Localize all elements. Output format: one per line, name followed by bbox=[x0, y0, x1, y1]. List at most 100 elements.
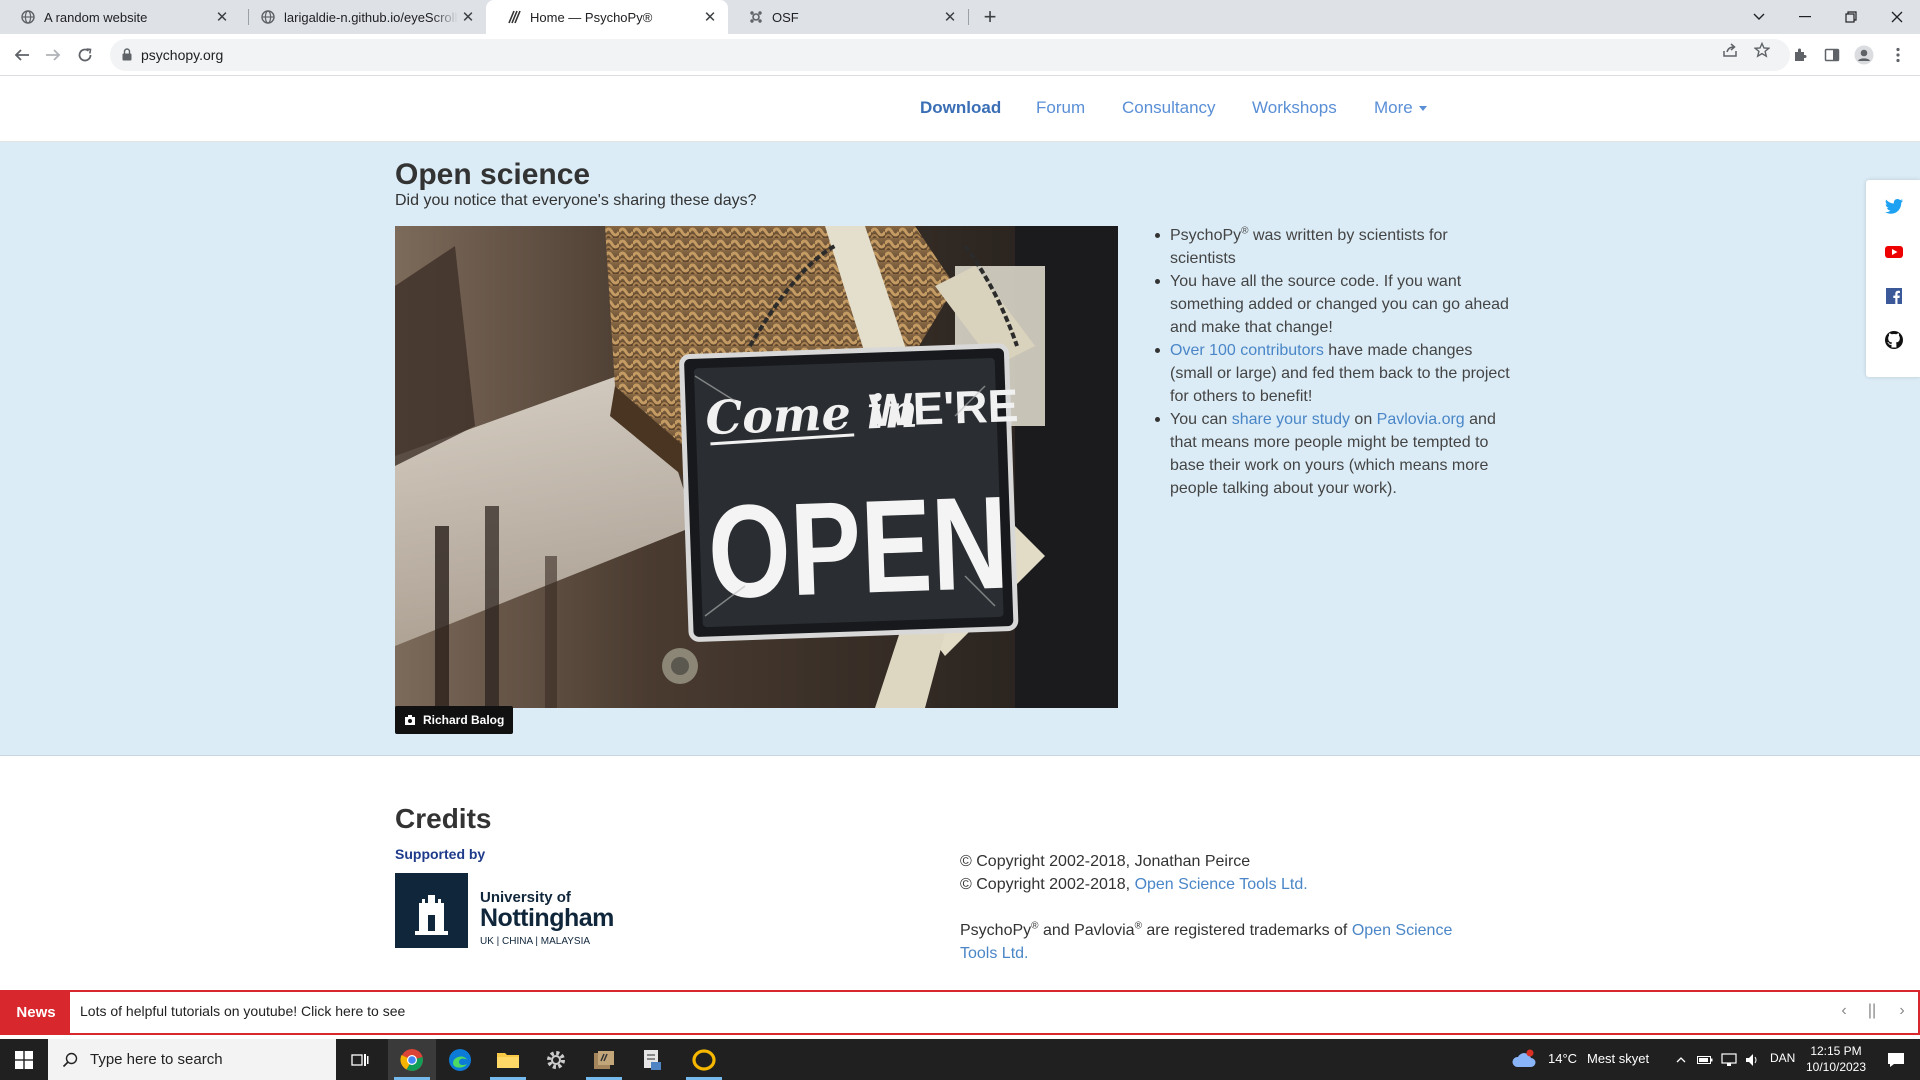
news-next-icon[interactable]: › bbox=[1892, 1002, 1912, 1022]
minimize-button[interactable] bbox=[1782, 0, 1828, 34]
weather-icon[interactable] bbox=[1504, 1039, 1544, 1080]
tab-search-icon[interactable] bbox=[1736, 0, 1782, 34]
lock-icon[interactable] bbox=[122, 48, 132, 66]
profile-avatar-icon[interactable] bbox=[1850, 41, 1878, 69]
credits-heading: Credits bbox=[395, 803, 492, 834]
new-tab-button[interactable]: + bbox=[976, 4, 1004, 30]
contributors-link[interactable]: Over 100 contributors bbox=[1170, 342, 1324, 359]
github-icon[interactable] bbox=[1884, 330, 1904, 350]
site-navbar: Download Forum Consultancy Workshops Mor… bbox=[0, 76, 1920, 142]
task-view-icon[interactable] bbox=[336, 1039, 384, 1080]
notification-center-icon[interactable] bbox=[1876, 1039, 1916, 1080]
extensions-icon[interactable] bbox=[1786, 41, 1814, 69]
page-viewport: Download Forum Consultancy Workshops Mor… bbox=[0, 76, 1920, 990]
photo-credit-badge[interactable]: Richard Balog bbox=[395, 706, 514, 734]
copyright-text: © Copyright 2002-2018, bbox=[960, 876, 1135, 893]
sign-line2: WE'RE bbox=[868, 379, 1019, 436]
browser-toolbar: psychopy.org bbox=[0, 34, 1920, 76]
pavlovia-link[interactable]: Pavlovia.org bbox=[1377, 411, 1465, 428]
news-ticker: News Lots of helpful tutorials on youtub… bbox=[0, 990, 1920, 1035]
weather-temp[interactable]: 14°C bbox=[1548, 1051, 1577, 1066]
network-icon[interactable] bbox=[1718, 1039, 1740, 1080]
news-prev-icon[interactable]: ‹ bbox=[1834, 1002, 1854, 1022]
taskbar-search-box[interactable]: Type here to search bbox=[48, 1039, 336, 1080]
clock-time: 12:15 PM bbox=[1810, 1044, 1862, 1058]
weather-desc[interactable]: Mest skyet bbox=[1587, 1051, 1649, 1066]
nav-consultancy[interactable]: Consultancy bbox=[1122, 98, 1216, 118]
tab-strip: A random website ✕ larigaldie-n.github.i… bbox=[0, 0, 1920, 34]
close-tab-icon[interactable]: ✕ bbox=[212, 8, 232, 26]
nav-workshops[interactable]: Workshops bbox=[1252, 98, 1337, 118]
psychopy-taskbar-icon[interactable] bbox=[580, 1039, 628, 1080]
tab-a-random-website[interactable]: A random website ✕ bbox=[0, 0, 240, 34]
side-panel-icon[interactable] bbox=[1818, 41, 1846, 69]
bullet-text: You have all the source code. If you wan… bbox=[1170, 273, 1509, 336]
nav-forum[interactable]: Forum bbox=[1036, 98, 1085, 118]
copyright-line: © Copyright 2002-2018, Open Science Tool… bbox=[960, 873, 1480, 896]
windows-logo-icon bbox=[15, 1050, 33, 1069]
edge-taskbar-icon[interactable] bbox=[436, 1039, 484, 1080]
windows-start-button[interactable] bbox=[0, 1039, 48, 1080]
search-icon bbox=[62, 1052, 78, 1067]
globe-icon bbox=[20, 9, 36, 25]
tray-chevron-up-icon[interactable] bbox=[1670, 1039, 1692, 1080]
youtube-icon[interactable] bbox=[1884, 242, 1904, 262]
osf-icon bbox=[748, 9, 764, 25]
clock-date: 10/10/2023 bbox=[1805, 1060, 1867, 1074]
tab-title: A random website bbox=[44, 9, 148, 25]
open-science-bullets: PsychoPy® was written by scientists for … bbox=[1155, 224, 1510, 500]
volume-icon[interactable] bbox=[1742, 1039, 1764, 1080]
file-explorer-taskbar-icon[interactable] bbox=[484, 1039, 532, 1080]
reload-button[interactable] bbox=[71, 41, 99, 69]
chrome-taskbar-icon[interactable] bbox=[388, 1039, 436, 1080]
photo-credit-name: Richard Balog bbox=[423, 713, 505, 727]
close-tab-icon[interactable]: ✕ bbox=[700, 8, 720, 26]
close-tab-icon[interactable]: ✕ bbox=[940, 8, 960, 26]
settings-taskbar-icon[interactable] bbox=[532, 1039, 580, 1080]
tab-osf[interactable]: OSF ✕ bbox=[728, 0, 968, 34]
bookmark-star-icon[interactable] bbox=[1752, 40, 1772, 60]
twitter-icon[interactable] bbox=[1884, 196, 1904, 216]
system-clock[interactable]: 12:15 PM 10/10/2023 bbox=[1800, 1043, 1872, 1075]
list-item: PsychoPy® was written by scientists for … bbox=[1155, 224, 1510, 270]
close-tab-icon[interactable]: ✕ bbox=[458, 8, 478, 26]
registered-mark: ® bbox=[1134, 920, 1142, 932]
tab-psychopy-home[interactable]: Home — PsychoPy® ✕ bbox=[486, 0, 728, 34]
tab-title: larigaldie-n.github.io/eyeScrollR bbox=[284, 9, 458, 25]
battery-icon[interactable] bbox=[1694, 1039, 1716, 1080]
ost-link[interactable]: Open Science Tools Ltd. bbox=[1135, 876, 1308, 893]
news-pause-icon[interactable]: || bbox=[1862, 1002, 1882, 1022]
nav-more-label: More bbox=[1374, 98, 1413, 117]
globe-icon bbox=[260, 9, 276, 25]
share-study-link[interactable]: share your study bbox=[1232, 411, 1350, 428]
forward-button[interactable] bbox=[39, 41, 67, 69]
language-indicator[interactable]: DAN bbox=[1770, 1051, 1795, 1065]
nav-more-dropdown[interactable]: More bbox=[1374, 98, 1427, 118]
section-subheading: Did you notice that everyone's sharing t… bbox=[395, 192, 757, 209]
restore-button[interactable] bbox=[1828, 0, 1874, 34]
share-icon[interactable] bbox=[1720, 40, 1740, 60]
address-bar[interactable]: psychopy.org bbox=[110, 39, 1790, 71]
tab-eyescrollr[interactable]: larigaldie-n.github.io/eyeScrollR ✕ bbox=[240, 0, 486, 34]
menu-kebab-icon[interactable] bbox=[1884, 41, 1912, 69]
list-item: Over 100 contributors have made changes … bbox=[1155, 339, 1510, 408]
list-item: You can share your study on Pavlovia.org… bbox=[1155, 408, 1510, 500]
ring-app-taskbar-icon[interactable] bbox=[680, 1039, 728, 1080]
bullet-text: on bbox=[1349, 411, 1377, 428]
psychopy-icon bbox=[506, 9, 522, 25]
registered-mark: ® bbox=[1031, 920, 1039, 932]
logo-line2: Nottingham bbox=[480, 904, 614, 932]
news-item-link[interactable]: Lots of helpful tutorials on youtube! Cl… bbox=[80, 1003, 405, 1019]
close-window-button[interactable] bbox=[1874, 0, 1920, 34]
news-label: News bbox=[2, 992, 70, 1033]
windows-taskbar: Type here to search 14°C Mest skyet DAN bbox=[0, 1039, 1920, 1080]
logo-line3: UK | CHINA | MALAYSIA bbox=[480, 936, 591, 947]
copyright-line: © Copyright 2002-2018, Jonathan Peirce bbox=[960, 853, 1251, 870]
nav-download[interactable]: Download bbox=[920, 98, 1001, 118]
tm-text: are registered trademarks of bbox=[1141, 922, 1352, 939]
back-button[interactable] bbox=[8, 41, 36, 69]
caret-down-icon bbox=[1418, 106, 1427, 112]
facebook-icon[interactable] bbox=[1884, 286, 1904, 306]
document-app-taskbar-icon[interactable] bbox=[628, 1039, 676, 1080]
nottingham-logo[interactable]: University of Nottingham UK | CHINA | MA… bbox=[395, 873, 614, 948]
